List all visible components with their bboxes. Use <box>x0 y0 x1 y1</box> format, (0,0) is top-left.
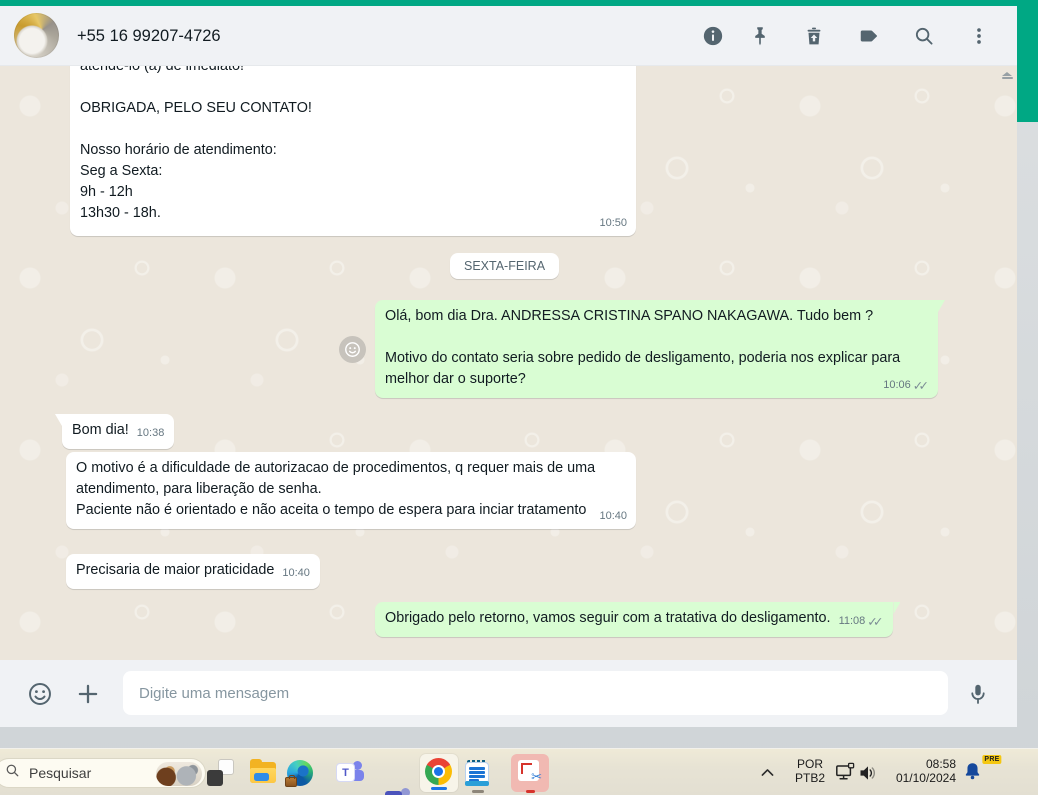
edge-icon[interactable] <box>285 759 314 787</box>
menu-kebab-icon[interactable] <box>967 24 991 48</box>
message-composer <box>0 660 1017 727</box>
message-text: atende-lo (a) de imediato! OBRIGADA, PEL… <box>80 66 312 221</box>
file-explorer-icon[interactable] <box>250 759 277 786</box>
search-icon <box>5 763 20 783</box>
search-icon[interactable] <box>912 24 936 48</box>
display-network-icon[interactable] <box>835 762 856 788</box>
teams-icon[interactable]: T <box>337 759 364 786</box>
label-icon[interactable] <box>857 24 881 48</box>
scissors-icon: ✂ <box>531 769 542 784</box>
tray-date: 01/10/2024 <box>895 771 956 785</box>
message-time: 10:40 <box>282 567 310 579</box>
running-app-indicator <box>472 790 484 793</box>
chat-title[interactable]: +55 16 99207-4726 <box>77 6 221 66</box>
message-bubble-outgoing[interactable]: Olá, bom dia Dra. ANDRESSA CRISTINA SPAN… <box>375 300 938 398</box>
scroll-top-indicator[interactable] <box>999 72 1015 79</box>
microphone-icon[interactable] <box>964 680 991 707</box>
notification-bell-icon[interactable] <box>962 761 983 787</box>
active-app-indicator <box>431 787 447 790</box>
message-meta: 10:06 ✓✓ <box>883 378 929 393</box>
message-bubble-incoming[interactable]: Precisaria de maior praticidade 10:40 <box>66 554 320 589</box>
tray-chevron-icon[interactable] <box>759 764 776 786</box>
message-meta: 11:08 ✓✓ <box>839 614 884 629</box>
message-bubble-incoming[interactable]: Bom dia! 10:38 <box>62 414 175 449</box>
date-divider: SEXTA-FEIRA <box>450 253 560 279</box>
message-time: 10:38 <box>136 427 165 439</box>
message-bubble-incoming[interactable]: atende-lo (a) de imediato! OBRIGADA, PEL… <box>70 66 636 236</box>
info-icon[interactable] <box>701 24 725 48</box>
delete-icon[interactable] <box>802 24 826 48</box>
react-emoji-button[interactable] <box>339 336 366 363</box>
task-view-icon[interactable] <box>207 759 234 786</box>
chat-header: +55 16 99207-4726 <box>0 6 1017 66</box>
message-bubble-incoming[interactable]: O motivo é a dificuldade de autorizacao … <box>66 452 636 529</box>
work-profile-badge <box>285 775 297 787</box>
message-time: 10:50 <box>599 217 627 229</box>
chrome-icon[interactable] <box>420 754 458 792</box>
clock[interactable]: 08:58 01/10/2024 <box>880 757 956 785</box>
tray-time: 08:58 <box>925 757 956 771</box>
screen: +55 16 99207-4726 atende-lo (a) de imedi… <box>0 0 1038 795</box>
message-time: 10:06 <box>883 379 911 391</box>
language-indicator[interactable]: POR PTB2 <box>791 757 829 785</box>
message-time: 10:40 <box>599 510 627 522</box>
message-time: 11:08 <box>838 615 866 627</box>
conversation-panel[interactable]: atende-lo (a) de imediato! OBRIGADA, PEL… <box>0 66 1017 660</box>
double-check-icon: ✓✓ <box>867 615 883 629</box>
double-check-icon: ✓✓ <box>912 379 929 393</box>
active-app-indicator <box>526 790 535 793</box>
message-input[interactable] <box>123 671 948 715</box>
windows-taskbar: Pesquisar T T <box>0 748 1038 795</box>
notepad-icon[interactable] <box>465 759 492 786</box>
message-text: Precisaria de maior praticidade <box>76 562 275 578</box>
message-text: Olá, bom dia Dra. ANDRESSA CRISTINA SPAN… <box>385 308 901 387</box>
contact-avatar[interactable] <box>14 13 59 58</box>
search-highlight-image <box>156 762 202 786</box>
teams-work-icon[interactable]: T <box>385 786 412 795</box>
message-bubble-outgoing[interactable]: Obrigado pelo retorno, vamos seguir com … <box>375 602 894 637</box>
snipping-tool-icon[interactable]: ✂ <box>511 754 549 792</box>
attach-plus-icon[interactable] <box>74 680 101 707</box>
pin-icon[interactable] <box>748 24 772 48</box>
whatsapp-window: +55 16 99207-4726 atende-lo (a) de imedi… <box>0 6 1017 727</box>
message-text: Bom dia! <box>72 422 129 438</box>
taskbar-search[interactable]: Pesquisar <box>0 758 206 788</box>
message-text: O motivo é a dificuldade de autorizacao … <box>76 460 596 518</box>
volume-icon[interactable] <box>858 763 878 788</box>
emoji-icon[interactable] <box>26 680 53 707</box>
copilot-preview-badge: PRE <box>982 755 1002 764</box>
message-text: Obrigado pelo retorno, vamos seguir com … <box>385 610 831 626</box>
